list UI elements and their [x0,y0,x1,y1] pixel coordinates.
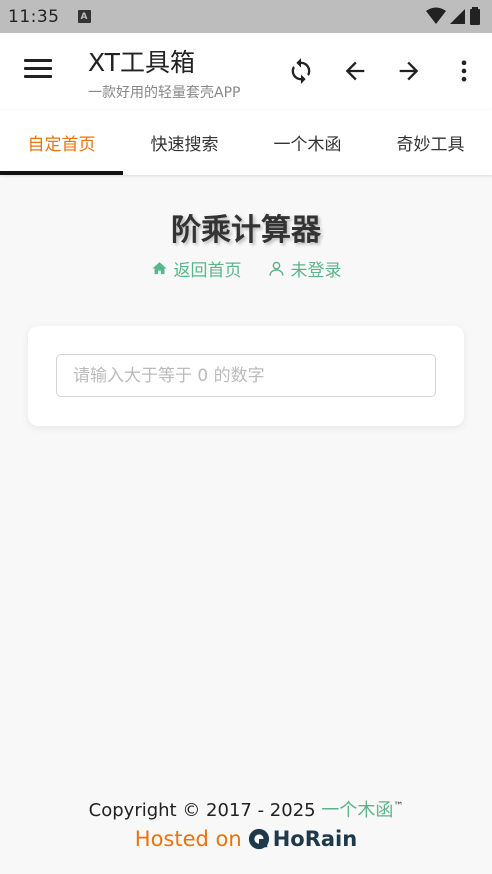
horain-logo-icon [248,828,269,850]
refresh-icon[interactable] [287,57,315,85]
status-time: 11:35 [8,6,60,27]
wifi-icon [426,7,446,24]
tab-wonder-tools[interactable]: 奇妙工具 [369,110,492,175]
home-link[interactable]: 返回首页 [151,256,242,281]
notification-icon: A [77,10,91,23]
tab-yigemuhan[interactable]: 一个木函 [246,110,369,175]
home-link-label: 返回首页 [173,261,242,281]
page-title: 阶乘计算器 [171,213,321,248]
number-input[interactable] [56,354,436,397]
signal-icon [450,9,465,24]
tab-quick-search[interactable]: 快速搜索 [123,110,246,175]
arrow-back-icon[interactable] [341,57,369,85]
home-icon [151,262,167,275]
app-subtitle: 一款好用的轻量套壳APP [88,85,241,101]
menu-icon[interactable] [24,59,52,83]
footer-hosted: Hosted on HoRain [0,827,492,851]
calculator-card [28,326,464,426]
more-vert-icon[interactable] [450,57,478,85]
status-bar: 11:35 A [0,0,492,33]
battery-icon [470,7,480,25]
header-links: 返回首页 未登录 [0,256,492,281]
status-indicators [426,7,480,25]
horain-logo[interactable]: HoRain [248,827,358,851]
footer-copyright: Copyright © 2017 - 2025 一个木函™ [0,796,492,822]
horain-logo-text: HoRain [272,827,358,851]
copyright-text: Copyright © 2017 - 2025 [88,800,322,821]
app-bar: XT工具箱 一款好用的轻量套壳APP [0,33,492,110]
tab-custom-home[interactable]: 自定首页 [0,110,123,175]
arrow-forward-icon[interactable] [395,57,423,85]
tab-bar: 自定首页 快速搜索 一个木函 奇妙工具 [0,110,492,175]
brand-link[interactable]: 一个木函 [321,800,393,821]
login-link[interactable]: 未登录 [268,256,342,281]
trademark: ™ [393,801,404,812]
app-title: XT工具箱 [88,48,195,77]
user-icon [268,261,284,276]
tab-indicator [0,171,123,175]
hosted-on-text: Hosted on [134,827,242,851]
title-wrap: XT工具箱 一款好用的轻量套壳APP [88,43,240,102]
login-link-label: 未登录 [290,261,342,281]
